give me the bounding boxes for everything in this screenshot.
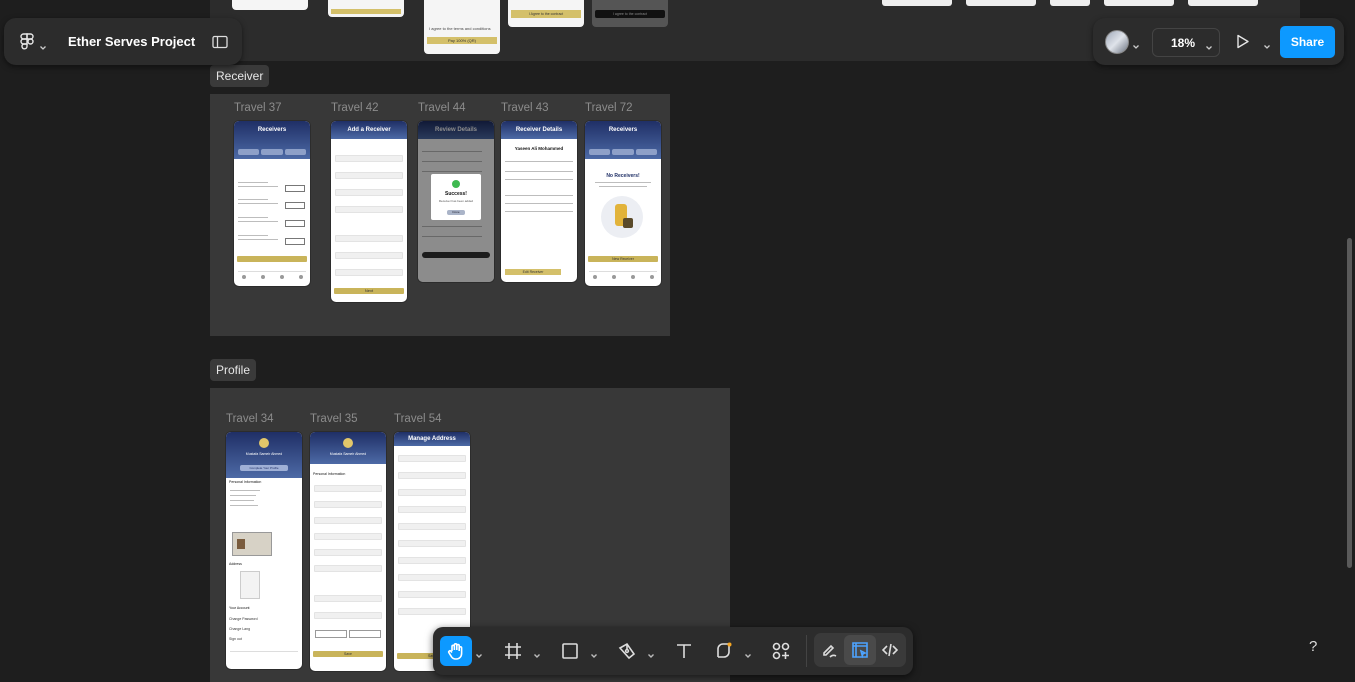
receiver-name: Yaseen Ali Mohammed — [514, 146, 564, 151]
pay-button[interactable]: Pay 100% (QR) — [427, 37, 497, 44]
frame-label[interactable]: Travel 37 — [234, 102, 282, 114]
file-title[interactable]: Ether Serves Project — [68, 34, 195, 49]
edit-receiver-button[interactable]: Edit Receiver — [505, 269, 561, 275]
avatar — [343, 438, 353, 448]
scrollbar-thumb[interactable] — [1347, 238, 1352, 568]
profile-name: Mustafa Sameir Ahmed — [245, 452, 283, 456]
play-icon[interactable] — [1236, 34, 1250, 49]
dev-mode-icon[interactable] — [874, 635, 906, 665]
phone-frame-travel-44[interactable]: Review Details Success! Receiver has bee… — [418, 121, 494, 282]
id-card-image — [232, 532, 272, 556]
design-mode-icon[interactable] — [844, 635, 876, 665]
frame-label[interactable]: Travel 42 — [331, 102, 379, 114]
partial-frame[interactable] — [966, 0, 1036, 6]
phone-frame-travel-72[interactable]: Receivers No Receivers! New Receiver — [585, 121, 661, 286]
partial-frame[interactable]: I Agree to the contract — [508, 0, 584, 27]
right-toolbar-pill: 18% Share — [1093, 18, 1344, 65]
frame-label[interactable]: Travel 35 — [310, 413, 358, 425]
mode-switcher — [814, 633, 906, 667]
text-icon[interactable] — [668, 636, 700, 666]
next-button[interactable]: Next — [334, 288, 404, 294]
partial-frame[interactable]: I agree to the terms and conditions Pay … — [424, 0, 500, 54]
section-heading: Address — [229, 562, 242, 566]
partial-frame[interactable] — [1188, 0, 1258, 6]
phone-frame-travel-34[interactable]: Mustafa Sameir Ahmed Complete Your Profi… — [226, 432, 302, 669]
chevron-down-icon[interactable] — [39, 39, 47, 50]
dark-contract-button[interactable]: I agree to the contract — [595, 10, 665, 18]
partial-frame[interactable]: I agree to the contract — [592, 0, 668, 27]
phone-frame-travel-37[interactable]: Receivers — [234, 121, 310, 286]
section-heading: Personal Information — [313, 472, 346, 476]
frame-label[interactable]: Travel 44 — [418, 102, 466, 114]
zoom-value: 18% — [1171, 36, 1196, 50]
figma-logo-icon[interactable] — [20, 33, 34, 51]
signout-link[interactable]: Sign out — [229, 637, 242, 641]
modal-title: Success! — [445, 191, 467, 197]
chevron-down-icon[interactable] — [590, 647, 598, 658]
phone-frame-travel-43[interactable]: Receiver Details Yaseen Ali Mohammed Edi… — [501, 121, 577, 282]
done-button[interactable]: Done — [447, 210, 465, 215]
partial-frame[interactable] — [1104, 0, 1174, 6]
frame-title: Add a Receiver — [347, 127, 391, 133]
chevron-down-icon[interactable] — [1263, 38, 1271, 49]
partial-frame[interactable] — [232, 0, 308, 10]
draw-mode-icon[interactable] — [814, 635, 846, 665]
actions-icon[interactable] — [765, 636, 797, 666]
change-lang-link[interactable]: Change Lang — [229, 627, 250, 631]
chevron-down-icon[interactable] — [475, 647, 483, 658]
frame-label[interactable]: Travel 54 — [394, 413, 442, 425]
section-heading: Personal Information — [229, 480, 262, 484]
agree-contract-button[interactable]: I Agree to the contract — [511, 10, 581, 18]
frame-title: Manage Address — [408, 436, 456, 442]
frame-title: Receiver Details — [515, 127, 563, 133]
partial-frame[interactable] — [328, 0, 404, 17]
partial-frame[interactable] — [1050, 0, 1090, 6]
frame-title: Receivers — [257, 127, 287, 133]
share-button[interactable]: Share — [1280, 26, 1335, 58]
avatar — [259, 438, 269, 448]
change-password-link[interactable]: Change Password — [229, 617, 258, 621]
bottom-toolbar — [433, 627, 913, 675]
chevron-down-icon[interactable] — [533, 647, 541, 658]
partial-frame[interactable] — [882, 0, 952, 6]
frame-label[interactable]: Travel 72 — [585, 102, 633, 114]
empty-title: No Receivers! — [606, 173, 640, 179]
file-menu-pill: Ether Serves Project — [4, 18, 242, 65]
document-image — [240, 571, 260, 599]
phone-frame-travel-35[interactable]: Mustafa Sameir Ahmed Personal Informatio… — [310, 432, 386, 671]
frame-label[interactable]: Travel 34 — [226, 413, 274, 425]
chevron-down-icon[interactable] — [744, 647, 752, 658]
zoom-control[interactable]: 18% — [1152, 28, 1220, 57]
frame-title: Receivers — [608, 127, 638, 133]
rectangle-icon[interactable] — [554, 636, 586, 666]
chevron-down-icon[interactable] — [647, 647, 655, 658]
agree-text: I agree to the terms and conditions — [429, 26, 491, 31]
avatar[interactable] — [1105, 30, 1129, 54]
frame-label[interactable]: Travel 43 — [501, 102, 549, 114]
chevron-down-icon — [1205, 39, 1213, 50]
phone-frame-travel-42[interactable]: Add a Receiver Next — [331, 121, 407, 302]
sidebar-toggle-icon[interactable] — [212, 35, 228, 49]
new-receiver-button[interactable]: New Receiver — [588, 256, 658, 262]
complete-profile-button[interactable]: Complete Your Profile — [240, 465, 288, 471]
save-button[interactable]: Save — [313, 651, 383, 657]
account-heading: Your Account — [229, 606, 250, 610]
check-icon — [452, 180, 460, 188]
empty-illustration — [601, 196, 643, 238]
shape-builder-icon[interactable] — [708, 636, 740, 666]
section-label-receiver[interactable]: Receiver — [210, 65, 270, 87]
success-modal: Success! Receiver has been added Done — [431, 174, 481, 220]
hand-icon[interactable] — [440, 636, 472, 666]
chevron-down-icon[interactable] — [1132, 38, 1140, 49]
vertical-scrollbar[interactable] — [1344, 238, 1355, 568]
frame-icon[interactable] — [497, 636, 529, 666]
section-label-profile[interactable]: Profile — [210, 359, 257, 381]
help-button[interactable]: ? — [1309, 638, 1317, 655]
pen-icon[interactable] — [611, 636, 643, 666]
modal-text: Receiver has been added — [438, 199, 474, 203]
profile-name: Mustafa Sameir Ahmed — [329, 452, 367, 456]
